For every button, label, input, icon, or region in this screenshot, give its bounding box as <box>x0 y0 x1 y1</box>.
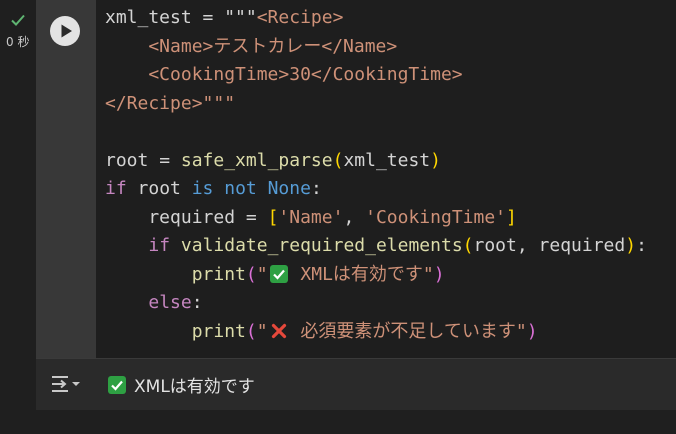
code-token: : <box>191 292 203 313</box>
code-token: 'Name' <box>278 206 344 228</box>
code-token: ( <box>332 149 344 171</box>
code-token: xml_test = """ <box>105 7 257 28</box>
code-token: " <box>256 320 268 342</box>
play-icon <box>61 24 72 38</box>
check-mark-emoji-icon <box>269 264 288 283</box>
code-cell: xml_test = """<Recipe> <Name>テストカレー</Nam… <box>36 0 676 410</box>
code-line-7: if root is not None: <box>105 175 647 204</box>
code-token: xml_test <box>343 149 431 171</box>
output-toggle-icon[interactable] <box>50 373 84 395</box>
notebook-cell-view: 0 秒 xml_test = """<Recipe> <Name>テストカレー<… <box>0 0 676 434</box>
code-token: if <box>105 178 127 199</box>
code-token: print <box>191 320 246 342</box>
code-token: <Recipe> <box>256 7 344 28</box>
code-token: safe_xml_parse <box>180 149 333 171</box>
code-token: root, required <box>473 235 626 256</box>
code-token: root <box>126 178 192 199</box>
execution-gutter: 0 秒 <box>0 0 36 434</box>
code-token: validate_required_elements <box>180 235 463 256</box>
check-mark-emoji-icon <box>108 375 126 394</box>
code-token: " <box>256 263 268 285</box>
code-line-1: xml_test = """<Recipe> <box>105 4 647 33</box>
code-token: ) <box>433 263 445 285</box>
code-line-4: </Recipe>""" <box>105 92 236 114</box>
code-token: else <box>148 292 192 313</box>
code-token: print <box>191 263 246 285</box>
code-token: ( <box>245 263 257 285</box>
code-editor[interactable]: xml_test = """<Recipe> <Name>テストカレー</Nam… <box>96 0 676 358</box>
code-text: xml_test = """<Recipe> <Name>テストカレー</Nam… <box>105 4 647 346</box>
check-icon <box>10 12 26 26</box>
cross-mark-emoji-icon <box>270 322 288 340</box>
output-message: XMLは有効です <box>134 377 255 397</box>
code-token: XMLは有効です" <box>289 263 434 285</box>
code-line-10: print(" XMLは有効です") <box>105 261 647 290</box>
cell-toolbar-left <box>36 0 96 358</box>
code-token: ( <box>245 320 257 342</box>
code-token: ) <box>526 320 538 342</box>
run-cell-button[interactable] <box>50 16 80 46</box>
code-line-6: root = safe_xml_parse(xml_test) <box>105 147 647 176</box>
code-line-12: print(" 必須要素が不足しています") <box>105 318 647 347</box>
code-token: 'CookingTime' <box>365 206 507 228</box>
code-token: = <box>148 149 181 171</box>
code-token: ) <box>625 235 637 256</box>
code-token: ] <box>506 206 517 228</box>
code-line-8: required = ['Name', 'CookingTime'] <box>105 204 647 233</box>
code-line-2: <Name>テストカレー</Name> <box>105 35 398 57</box>
code-token: root <box>105 149 149 171</box>
code-line-9: if validate_required_elements(root, requ… <box>105 232 647 261</box>
code-token: ( <box>462 235 474 256</box>
code-line-3: <CookingTime>30</CookingTime> <box>105 64 463 85</box>
code-token: : <box>636 235 647 256</box>
code-token: if <box>148 235 171 256</box>
code-token: None <box>267 178 311 199</box>
cell-output: XMLは有効です <box>36 358 676 410</box>
code-token: 必須要素が不足しています" <box>289 320 527 342</box>
code-token: [ <box>267 206 279 228</box>
execution-time: 0 秒 <box>6 35 30 49</box>
code-token: is not <box>191 178 257 199</box>
output-text-row: XMLは有効です <box>108 372 255 397</box>
code-token: , <box>343 206 366 228</box>
code-line-11: else: <box>105 289 647 318</box>
code-token: required = <box>105 206 268 228</box>
code-token: ) <box>430 149 441 171</box>
code-token: : <box>310 178 322 199</box>
